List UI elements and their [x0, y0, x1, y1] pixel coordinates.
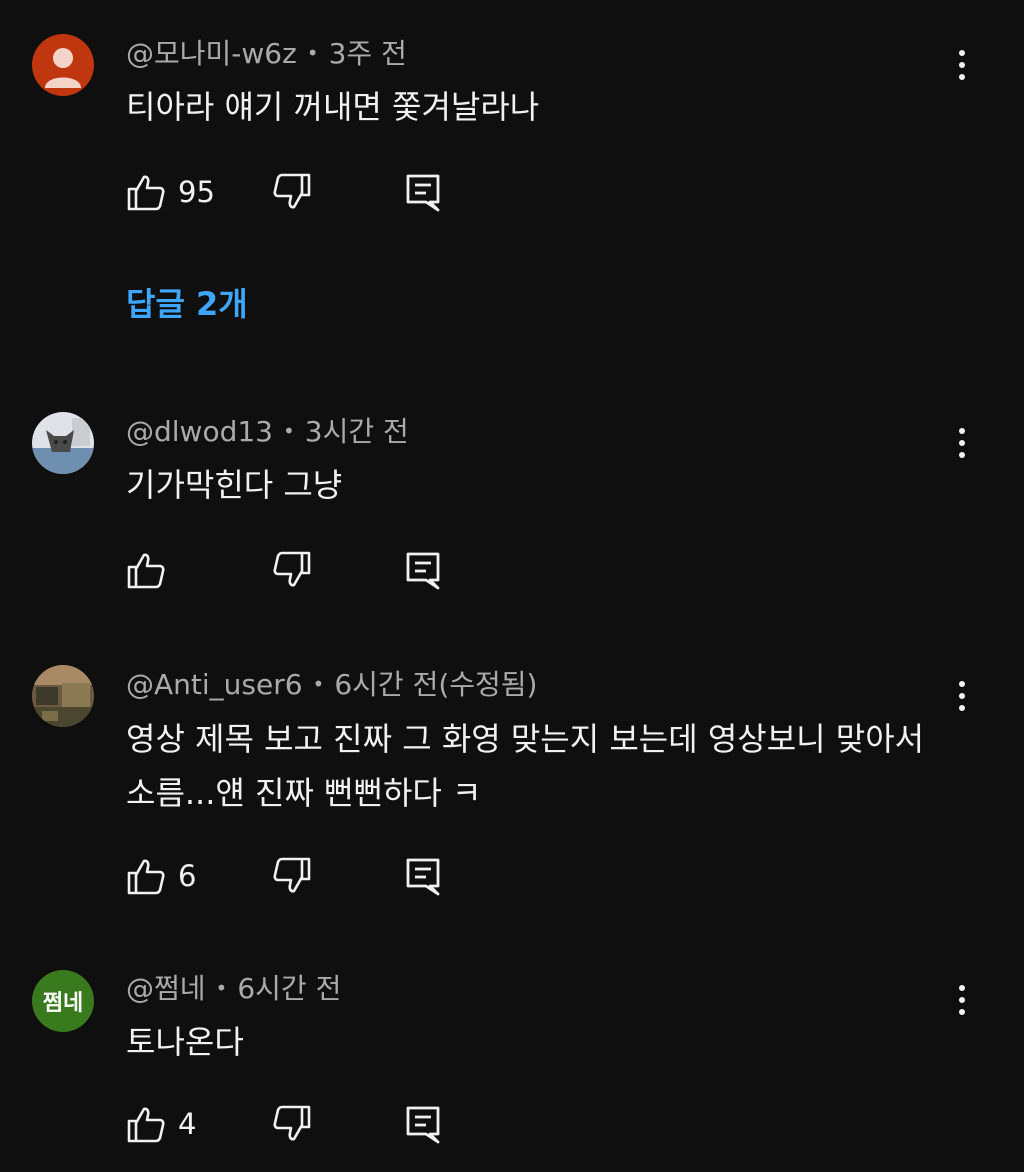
more-options-button[interactable]	[944, 40, 980, 90]
thumbs-up-icon[interactable]	[126, 856, 166, 896]
thumbs-down-icon[interactable]	[272, 172, 312, 212]
reply-icon[interactable]	[404, 856, 444, 896]
separator-dot: •	[312, 672, 325, 696]
avatar[interactable]: 쩜네	[32, 970, 94, 1032]
reply-icon[interactable]	[404, 172, 444, 212]
thumbs-down-icon[interactable]	[272, 550, 312, 590]
more-options-button[interactable]	[944, 671, 980, 721]
default-person-icon	[32, 34, 94, 96]
author-handle[interactable]: @쩜네	[126, 972, 206, 1005]
like-count: 95	[178, 175, 215, 209]
like-count: 4	[178, 1107, 197, 1141]
author-handle[interactable]: @Anti_user6	[126, 668, 303, 701]
author-handle[interactable]: @모나미-w6z	[126, 37, 297, 70]
reply-icon[interactable]	[404, 550, 444, 590]
like-count: 6	[178, 859, 197, 893]
separator-dot: •	[306, 41, 319, 65]
comment-meta: @Anti_user6 • 6시간 전(수정됨)	[126, 667, 537, 705]
cat-photo-icon	[32, 412, 94, 474]
comment-text: 기가막힌다 그냥	[126, 466, 343, 504]
avatar[interactable]	[32, 34, 94, 96]
comment-meta: @쩜네 • 6시간 전	[126, 971, 341, 1009]
photo-avatar-icon	[32, 665, 94, 727]
thumbs-down-icon[interactable]	[272, 1104, 312, 1144]
thumbs-up-icon[interactable]	[126, 172, 166, 212]
comment-time: 3시간 전	[304, 415, 409, 448]
comment-text: 티아라 얘기 꺼내면 쫓겨날라나	[126, 88, 540, 126]
comment-time: 6시간 전(수정됨)	[334, 668, 538, 701]
comment-meta: @모나미-w6z • 3주 전	[126, 36, 407, 74]
separator-dot: •	[283, 419, 295, 443]
more-options-button[interactable]	[944, 975, 980, 1025]
comment-time: 6시간 전	[237, 972, 342, 1005]
avatar[interactable]	[32, 665, 94, 727]
author-handle[interactable]: @dlwod13	[126, 415, 273, 448]
comment-text: 영상 제목 보고 진짜 그 화영 맞는지 보는데 영상보니 맞아서 소름...얜…	[126, 720, 925, 812]
thumbs-down-icon[interactable]	[272, 856, 312, 896]
avatar-initials: 쩜네	[32, 970, 94, 1032]
reply-icon[interactable]	[404, 1104, 444, 1144]
thumbs-up-icon[interactable]	[126, 1104, 166, 1144]
comment-time: 3주 전	[328, 37, 407, 70]
view-replies-button[interactable]: 답글 2개	[126, 284, 248, 324]
comment-text: 토나온다	[126, 1023, 244, 1061]
thumbs-up-icon[interactable]	[126, 550, 166, 590]
comment-meta: @dlwod13 • 3시간 전	[126, 414, 409, 452]
more-options-button[interactable]	[944, 418, 980, 468]
avatar[interactable]	[32, 412, 94, 474]
separator-dot: •	[215, 976, 228, 1000]
